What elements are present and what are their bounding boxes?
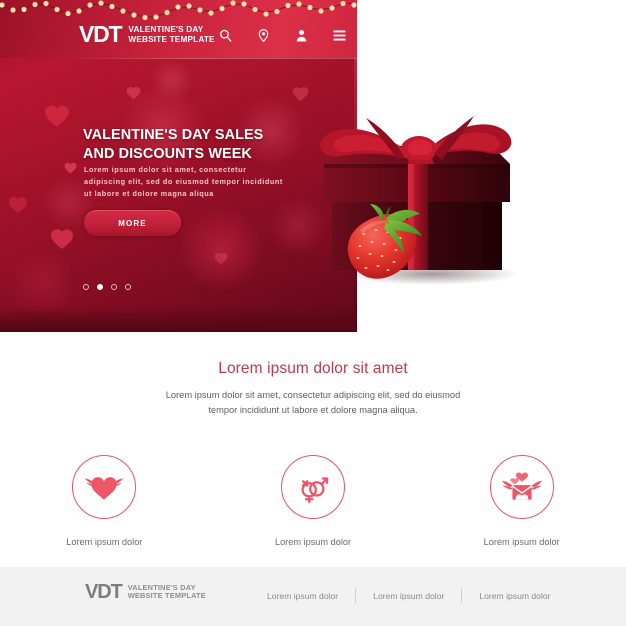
- slider-dot[interactable]: [83, 284, 89, 290]
- feature-icon-circle[interactable]: [489, 455, 554, 519]
- feature-item: Lorem ipsum dolor: [417, 455, 626, 547]
- gift-box-illustration: [306, 98, 536, 288]
- heart-decoration: [51, 229, 73, 249]
- heart-decoration: [64, 162, 77, 174]
- feature-icon-circle[interactable]: [72, 455, 137, 519]
- string-lights-decoration: [0, 0, 357, 22]
- features-row: Lorem ipsum dolor Lorem ipsum dolor Lore…: [0, 455, 626, 547]
- feature-label: Lorem ipsum dolor: [66, 537, 143, 547]
- heart-decoration: [45, 105, 69, 127]
- slider-dot-active[interactable]: [97, 284, 103, 290]
- logo-subtitle-line1: VALENTINE'S DAY: [128, 25, 204, 35]
- user-icon[interactable]: [294, 28, 309, 43]
- logo-subtitle: VALENTINE'S DAY WEBSITE TEMPLATE: [128, 25, 214, 43]
- feature-item: Lorem ipsum dolor: [209, 455, 418, 547]
- feature-label: Lorem ipsum dolor: [483, 537, 560, 547]
- header-divider: [76, 58, 357, 59]
- more-button[interactable]: MORE: [84, 210, 181, 236]
- footer-links: Lorem ipsum dolor Lorem ipsum dolor Lore…: [250, 588, 568, 603]
- footer-logo-subtitle: VALENTINE'S DAY WEBSITE TEMPLATE: [127, 583, 206, 601]
- section-description: Lorem ipsum dolor sit amet, consectetur …: [165, 390, 461, 416]
- menu-icon[interactable]: [332, 28, 347, 43]
- slider-dot[interactable]: [125, 284, 131, 290]
- footer-link[interactable]: Lorem ipsum dolor: [250, 591, 355, 601]
- slider-dot[interactable]: [111, 284, 117, 290]
- slider-pagination: [83, 284, 131, 290]
- location-pin-icon[interactable]: [256, 28, 271, 43]
- feature-item: Lorem ipsum dolor: [0, 455, 209, 547]
- hero-bottom-fade: [0, 306, 357, 332]
- footer-link[interactable]: Lorem ipsum dolor: [356, 591, 461, 601]
- header-nav-icons: [218, 28, 347, 43]
- heart-decoration: [214, 252, 228, 265]
- hero-description: Lorem ipsum dolor sit amet, consectetur …: [84, 165, 283, 198]
- winged-love-envelope-icon: [501, 472, 542, 500]
- hero-title-line1: VALENTINE'S DAY SALES: [83, 127, 264, 143]
- heart-decoration: [9, 197, 27, 214]
- heart-decoration: [126, 86, 141, 100]
- logo-subtitle-line2: WEBSITE TEMPLATE: [128, 34, 215, 44]
- section-title: Lorem ipsum dolor sit amet: [218, 360, 408, 377]
- page-root: VDT VALENTINE'S DAY WEBSITE TEMPLATE VAL…: [0, 0, 626, 626]
- winged-heart-icon: [85, 477, 124, 500]
- feature-label: Lorem ipsum dolor: [274, 537, 352, 547]
- footer-logo-line2: WEBSITE TEMPLATE: [127, 591, 206, 600]
- footer-logo[interactable]: VDT VALENTINE'S DAY WEBSITE TEMPLATE: [85, 582, 206, 602]
- footer-logo-mark: VDT: [85, 581, 123, 603]
- more-button-label: MORE: [118, 218, 147, 228]
- footer-link[interactable]: Lorem ipsum dolor: [462, 591, 567, 601]
- bokeh-glow: [178, 206, 264, 292]
- header-logo[interactable]: VDT VALENTINE'S DAY WEBSITE TEMPLATE: [79, 23, 215, 46]
- gender-symbols-icon: [301, 477, 329, 503]
- feature-icon-circle[interactable]: [281, 455, 345, 519]
- hero-banner: VDT VALENTINE'S DAY WEBSITE TEMPLATE VAL…: [0, 0, 357, 332]
- bokeh-glow: [150, 58, 194, 102]
- logo-mark-text: VDT: [79, 21, 123, 47]
- search-icon[interactable]: [218, 28, 233, 43]
- hero-title-line2: AND DISCOUNTS WEEK: [83, 146, 252, 163]
- hero-title: VALENTINE'S DAY SALES AND DISCOUNTS WEEK: [83, 126, 313, 164]
